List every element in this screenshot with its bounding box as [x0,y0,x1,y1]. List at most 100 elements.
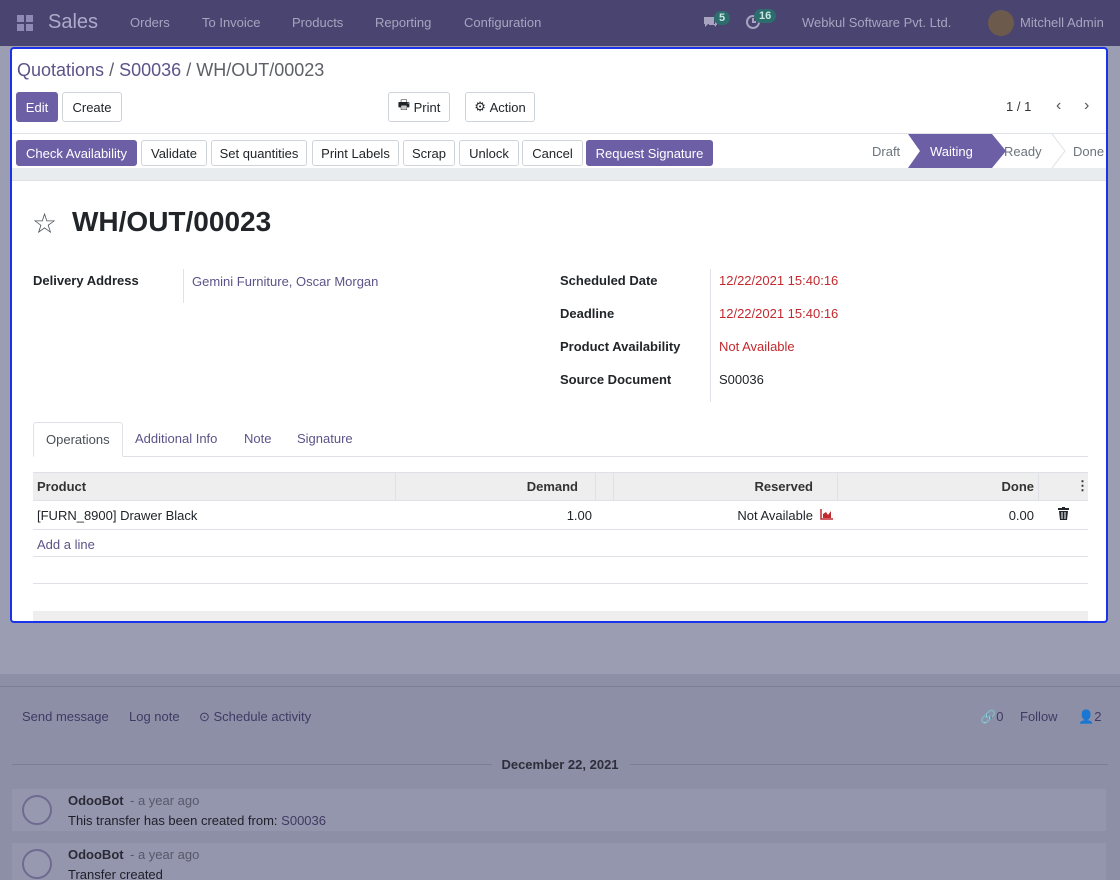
table-row[interactable]: [FURN_8900] Drawer Black 1.00 Not Availa… [33,501,1088,530]
schedule-activity-label: Schedule activity [213,709,312,724]
activities-badge: 16 [754,9,777,23]
user-menu[interactable]: Mitchell Admin [1020,15,1104,30]
column-done[interactable]: Done [1002,479,1035,494]
top-navbar: Sales Orders To Invoice Products Reporti… [0,0,1120,46]
status-bar: Check Availability Validate Set quantiti… [12,133,1106,181]
chatter-message: OdooBot - a year ago This transfer has b… [12,789,1106,831]
scheduled-date-value[interactable]: 12/22/2021 15:40:16 [719,273,838,288]
company-switcher[interactable]: Webkul Software Pvt. Ltd. [802,15,951,30]
request-signature-button[interactable]: Request Signature [586,140,713,166]
attachments-button[interactable]: 🔗0 [980,709,1003,725]
action-button[interactable]: ⚙ Action [465,92,535,122]
stage-waiting[interactable]: Waiting [930,134,973,168]
menu-configuration[interactable]: Configuration [464,15,541,30]
followers-button[interactable]: 👤2 [1078,709,1101,725]
chatter-message: OdooBot - a year ago Transfer created [12,843,1106,880]
deadline-label: Deadline [560,306,615,321]
breadcrumb-current: WH/OUT/00023 [196,60,325,80]
product-availability-value: Not Available [719,339,795,354]
record-title: WH/OUT/00023 [72,206,272,237]
gear-icon: ⚙ [474,99,490,114]
cell-product: [FURN_8900] Drawer Black [37,508,198,523]
schedule-activity-button[interactable]: ⊙ Schedule activity [199,709,311,725]
odoobot-avatar [22,795,52,825]
unlock-button[interactable]: Unlock [459,140,519,166]
column-reserved[interactable]: Reserved [754,479,813,494]
menu-products[interactable]: Products [292,15,343,30]
table-row [33,530,1088,557]
favorite-star-icon[interactable]: ☆ [32,207,57,240]
print-labels-button[interactable]: Print Labels [312,140,399,166]
message-source-link[interactable]: S00036 [281,813,326,828]
pager-next-icon[interactable]: › [1084,97,1089,115]
delivery-address-label: Delivery Address [33,273,139,288]
pager-value[interactable]: 1 / 1 [1006,99,1031,114]
cancel-button[interactable]: Cancel [522,140,583,166]
clock-icon: ⊙ [199,709,214,724]
breadcrumb: Quotations / S00036 / WH/OUT/00023 [17,60,324,81]
messages-badge: 5 [714,11,731,25]
tab-additional-info[interactable]: Additional Info [123,422,229,457]
user-icon: 👤 [1078,709,1095,724]
source-document-value[interactable]: S00036 [719,372,764,387]
follow-button[interactable]: Follow [1020,709,1058,724]
optional-columns-icon[interactable]: ⋮ [1076,478,1089,494]
tab-signature[interactable]: Signature [285,422,365,457]
product-availability-label: Product Availability [560,339,681,354]
breadcrumb-quotations[interactable]: Quotations [17,60,104,80]
field-separator [710,269,711,402]
trash-icon[interactable] [1058,507,1069,523]
sheet-background-strip [12,168,1106,180]
column-divider [595,473,596,501]
form-view: Quotations / S00036 / WH/OUT/00023 Edit … [10,47,1108,623]
tab-operations[interactable]: Operations [33,422,123,457]
log-note-button[interactable]: Log note [129,709,180,724]
menu-orders[interactable]: Orders [130,15,170,30]
validate-button[interactable]: Validate [141,140,207,166]
create-button[interactable]: Create [62,92,122,122]
print-label: Print [413,99,441,115]
column-divider [1038,473,1039,501]
app-brand[interactable]: Sales [48,11,98,34]
attachments-count: 0 [996,709,1004,724]
message-body: This transfer has been created from: S00… [68,813,326,828]
message-text: This transfer has been created from: [68,813,278,828]
apps-grid-icon[interactable] [17,15,33,31]
message-author: OdooBot [68,847,124,862]
date-separator: December 22, 2021 [501,757,619,772]
notebook-tabs: Operations Additional Info Note Signatur… [33,422,1088,457]
stage-ready[interactable]: Ready [1004,134,1042,168]
forecast-chart-icon[interactable] [820,508,834,523]
user-avatar[interactable] [988,10,1014,36]
scrap-button[interactable]: Scrap [403,140,455,166]
followers-count: 2 [1094,709,1102,724]
stage-draft[interactable]: Draft [872,134,900,168]
edit-button[interactable]: Edit [16,92,58,122]
cell-done: 0.00 [1008,508,1034,523]
table-footer [33,611,1088,621]
source-document-label: Source Document [560,372,672,387]
send-message-button[interactable]: Send message [22,709,109,724]
action-label: Action [489,99,526,115]
scheduled-date-label: Scheduled Date [560,273,658,288]
pager-previous-icon[interactable]: ‹ [1056,97,1061,115]
check-availability-button[interactable]: Check Availability [16,140,137,166]
set-quantities-button[interactable]: Set quantities [211,140,307,166]
stage-done[interactable]: Done [1073,134,1104,168]
delivery-address-value[interactable]: Gemini Furniture, Oscar Morgan [192,274,378,289]
cell-reserved: Not Available [737,508,813,523]
message-body: Transfer created [68,867,163,880]
breadcrumb-separator: / [109,60,115,80]
print-button[interactable]: 🖶 Print [388,92,450,122]
menu-to-invoice[interactable]: To Invoice [202,15,261,30]
tab-note[interactable]: Note [232,422,283,457]
odoobot-avatar [22,849,52,879]
menu-reporting[interactable]: Reporting [375,15,431,30]
table-row [33,557,1088,584]
column-demand[interactable]: Demand [527,479,578,494]
deadline-value[interactable]: 12/22/2021 15:40:16 [719,306,838,321]
breadcrumb-order[interactable]: S00036 [119,60,181,80]
column-divider [395,473,396,501]
column-product[interactable]: Product [37,479,86,494]
message-time: - a year ago [130,847,200,862]
